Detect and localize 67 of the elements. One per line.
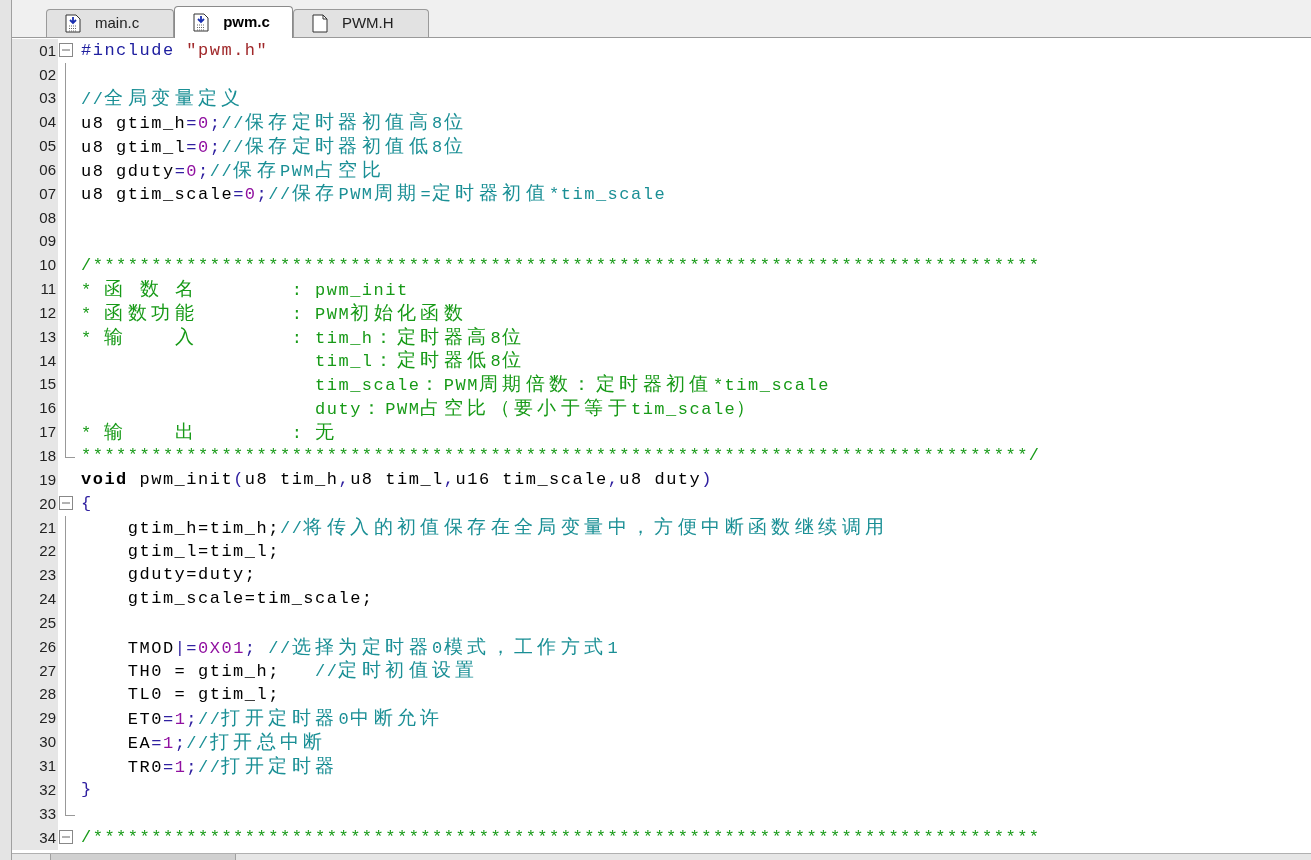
fold-icon[interactable] — [59, 829, 73, 844]
code-line: #include "pwm.h" — [80, 39, 269, 62]
line-number: 18 — [39, 446, 56, 466]
line-number: 13 — [39, 326, 56, 347]
line-number: 17 — [39, 422, 56, 443]
code-line: /********************************************************************************* — [80, 254, 1041, 277]
fold-end-mark — [65, 802, 75, 816]
fold-icon[interactable] — [59, 496, 73, 511]
line-number: 26 — [39, 636, 56, 657]
line-number: 21 — [39, 517, 56, 538]
line-number: 11 — [40, 279, 56, 300]
code-line: { — [80, 492, 93, 515]
source-file-icon — [65, 14, 81, 33]
line-number: 06 — [39, 159, 56, 180]
line-number: 05 — [39, 136, 56, 157]
line-number: 16 — [39, 398, 56, 419]
file-icon — [311, 14, 328, 33]
code-line: EA=1;//打开总中断 — [126, 728, 327, 755]
fold-end-mark — [65, 444, 75, 459]
fold-icon[interactable] — [59, 43, 73, 57]
line-number: 20 — [39, 493, 56, 514]
code-line: void pwm_init(u8 tim_h,u8 tim_l,u16 tim_scale,u8 duty) — [80, 469, 713, 492]
scrollbar-thumb[interactable] — [50, 854, 236, 860]
code-line: gduty=duty; — [126, 564, 257, 587]
line-number: 30 — [39, 732, 56, 753]
line-number: 10 — [39, 255, 56, 276]
code-line: } — [80, 779, 93, 802]
code-line: TR0=1;//打开定时器 — [126, 752, 339, 779]
line-number: 28 — [39, 684, 56, 705]
code-line: *********************************************************************************/ — [80, 445, 1041, 468]
line-number: 23 — [39, 565, 56, 586]
code-line: //全局变量定义 — [80, 85, 245, 112]
code-line: * 函 数 名 : pwm_init — [80, 275, 409, 302]
line-number: 15 — [39, 374, 56, 395]
line-number: 03 — [39, 88, 56, 109]
line-number: 12 — [39, 302, 56, 323]
code-line: gtim_l=tim_l; — [126, 540, 280, 563]
code-line: gtim_scale=tim_scale; — [126, 588, 374, 611]
line-number: 19 — [39, 469, 56, 490]
code-line: /********************************************************************************* — [80, 826, 1041, 849]
code-line: gtim_h=tim_h;//将传入的初值保存在全局变量中，方便中断函数继续调用 — [126, 514, 889, 541]
code-line: * 输 出 : 无 — [80, 418, 339, 445]
line-number: 27 — [39, 660, 56, 681]
line-number: 25 — [39, 612, 56, 633]
line-number: 24 — [39, 589, 56, 610]
line-number: 31 — [39, 756, 56, 776]
line-number: 22 — [39, 541, 56, 562]
line-number: 14 — [39, 350, 56, 371]
line-number: 08 — [39, 207, 56, 228]
code-line: TL0 = gtim_l; — [126, 683, 280, 706]
file-tab[interactable]: PWM.H — [292, 9, 429, 37]
code-line: TH0 = gtim_h; //定时初值设置 — [126, 657, 479, 684]
code-line: tim_scale：PWM周期倍数：定时器初值*tim_scale — [314, 371, 830, 398]
code-line: * 函数功能 : PWM初始化函数 — [80, 299, 468, 326]
line-number: 04 — [39, 112, 56, 133]
line-number: 02 — [39, 64, 56, 85]
line-number: 32 — [39, 779, 56, 800]
line-number: 01 — [39, 40, 56, 61]
line-number: 07 — [39, 183, 56, 204]
line-number: 29 — [39, 708, 56, 729]
horizontal-scrollbar[interactable] — [12, 853, 1311, 860]
line-number: 34 — [39, 827, 56, 848]
file-tab[interactable]: main.c — [46, 9, 175, 37]
line-number: 09 — [39, 231, 56, 252]
file-tab[interactable]: pwm.c — [174, 6, 293, 38]
line-number: 33 — [39, 803, 56, 824]
source-file-icon — [193, 13, 210, 32]
